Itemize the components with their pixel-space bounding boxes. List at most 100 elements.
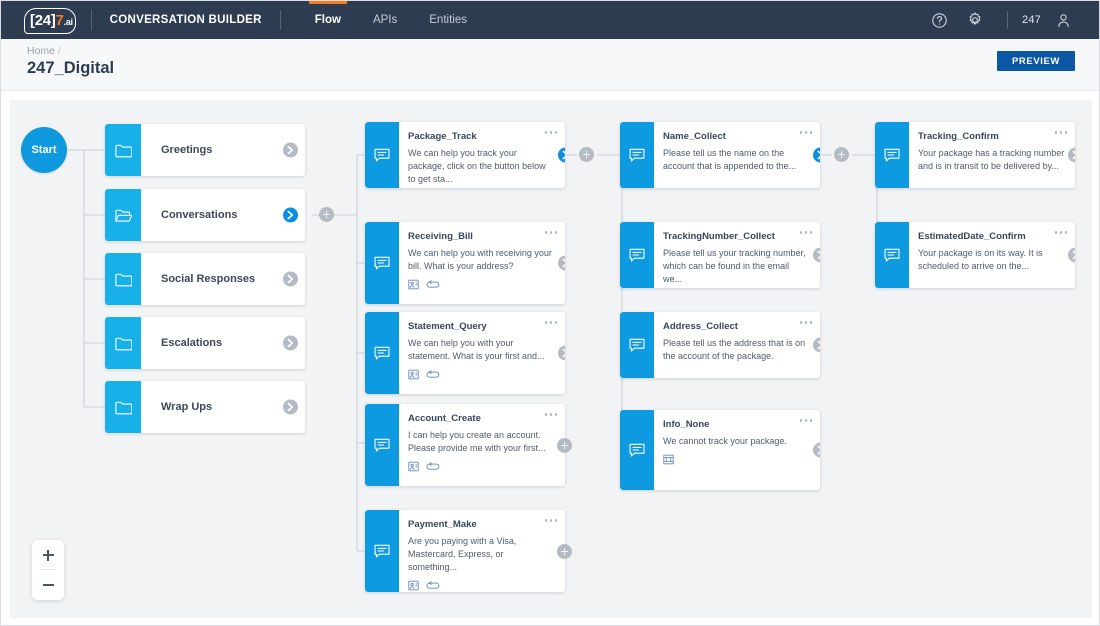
plus-icon [42,549,54,561]
node-card-name-collect[interactable]: Name_Collect Please tell us the name on … [620,122,820,188]
folder-card-conversations[interactable]: Conversations [105,189,305,241]
more-options-icon[interactable] [799,419,812,422]
node-icon-row [663,454,810,465]
chevron-right-icon[interactable] [283,335,298,351]
folder-arrow-button[interactable] [283,142,298,158]
node-text: We can help you with receiving your bill… [408,248,552,272]
entity-icon[interactable] [408,461,419,472]
folder-arrow-button[interactable] [283,271,298,287]
start-node[interactable]: Start [21,127,67,173]
chevron-right-icon[interactable] [1068,247,1075,263]
add-node-button-package-track[interactable] [579,147,594,162]
node-output-button[interactable] [558,255,565,271]
node-output-button[interactable] [558,147,565,163]
gear-icon[interactable] [961,6,989,34]
more-options-icon[interactable] [799,231,812,234]
loop-icon[interactable] [426,279,440,290]
folder-label: Wrap Ups [161,401,213,413]
node-card-address-collect[interactable]: Address_Collect Please tell us the addre… [620,312,820,378]
node-card-trackingnumber-collect[interactable]: TrackingNumber_Collect Please tell us yo… [620,222,820,288]
entity-icon[interactable] [408,369,419,380]
zoom-out-button[interactable] [32,570,64,600]
chevron-right-icon[interactable] [813,442,820,458]
more-options-icon[interactable] [544,321,557,324]
chevron-right-icon[interactable] [1068,147,1075,163]
nav-tabs: Flow APIs Entities [299,1,483,39]
node-card-tracking-confirm[interactable]: Tracking_Confirm Your package has a trac… [875,122,1075,188]
preview-button[interactable]: PREVIEW [997,51,1075,71]
more-options-icon[interactable] [544,231,557,234]
node-card-receiving-bill[interactable]: Receiving_Bill We can help you with rece… [365,222,565,304]
add-node-button-payment-make[interactable] [557,544,572,559]
account-label[interactable]: 247 [1022,14,1041,26]
node-title: Name_Collect [663,131,726,142]
add-node-button-account-create[interactable] [557,438,572,453]
more-options-icon[interactable] [544,413,557,416]
node-card-info-none[interactable]: Info_None We cannot track your package. [620,410,820,490]
message-icon [365,122,399,188]
chevron-right-icon[interactable] [558,255,565,271]
node-output-button[interactable] [813,247,820,263]
node-output-button[interactable] [558,345,565,361]
question-circle-icon[interactable] [925,6,953,34]
node-output-button[interactable] [813,337,820,353]
chevron-right-icon[interactable] [813,337,820,353]
add-node-button-name-collect[interactable] [834,147,849,162]
node-text: Please tell us the name on the account t… [663,148,797,172]
node-card-payment-make[interactable]: Payment_Make Are you paying with a Visa,… [365,510,565,592]
node-card-package-track[interactable]: Package_Track We can help you track your… [365,122,565,188]
chevron-right-icon[interactable] [283,142,298,158]
add-node-button-conversations[interactable] [319,207,334,222]
node-text: We can help you track your package, clic… [408,148,546,185]
tab-apis[interactable]: APIs [357,1,413,39]
folder-open-icon [105,189,141,241]
folder-card-wrap-ups[interactable]: Wrap Ups [105,381,305,433]
folder-card-greetings[interactable]: Greetings [105,124,305,176]
chevron-right-icon[interactable] [283,271,298,287]
entity-icon[interactable] [408,580,419,591]
chevron-right-icon[interactable] [283,399,298,415]
nav-right-group: 247 [917,6,1077,34]
folder-icon [105,381,141,433]
user-icon[interactable] [1049,6,1077,34]
breadcrumb-home[interactable]: Home [27,45,55,57]
folder-arrow-button[interactable] [283,335,298,351]
node-card-statement-query[interactable]: Statement_Query We can help you with you… [365,312,565,394]
flow-canvas[interactable]: Start Greetings Conversations Social Res… [10,100,1092,618]
zoom-in-button[interactable] [32,540,64,570]
node-card-account-create[interactable]: Account_Create I can help you create an … [365,404,565,486]
chevron-right-icon[interactable] [558,147,565,163]
loop-icon[interactable] [426,580,440,591]
node-output-button[interactable] [1068,147,1075,163]
node-body: TrackingNumber_Collect Please tell us yo… [654,222,820,288]
more-options-icon[interactable] [544,131,557,134]
node-title: Statement_Query [408,321,487,332]
button-icon[interactable] [663,454,674,465]
loop-icon[interactable] [426,461,440,472]
node-output-button[interactable] [813,442,820,458]
folder-card-escalations[interactable]: Escalations [105,317,305,369]
tab-flow[interactable]: Flow [299,1,357,39]
chevron-right-icon[interactable] [558,345,565,361]
tab-entities[interactable]: Entities [413,1,483,39]
more-options-icon[interactable] [1054,231,1067,234]
node-output-button[interactable] [1068,247,1075,263]
chevron-right-icon[interactable] [283,207,298,223]
more-options-icon[interactable] [544,519,557,522]
more-options-icon[interactable] [1054,131,1067,134]
chevron-right-icon[interactable] [813,247,820,263]
folder-card-social-responses[interactable]: Social Responses [105,253,305,305]
folder-arrow-button-active[interactable] [283,207,298,223]
node-output-button[interactable] [813,147,820,163]
node-title: Address_Collect [663,321,738,332]
node-card-estimateddate-confirm[interactable]: EstimatedDate_Confirm Your package is on… [875,222,1075,288]
more-options-icon[interactable] [799,321,812,324]
folder-label: Greetings [161,144,213,156]
brand-logo[interactable]: [24] 7 .ai [24,7,76,34]
loop-icon[interactable] [426,369,440,380]
breadcrumb: Home / [27,45,61,57]
chevron-right-icon[interactable] [813,147,820,163]
entity-icon[interactable] [408,279,419,290]
more-options-icon[interactable] [799,131,812,134]
folder-arrow-button[interactable] [283,399,298,415]
